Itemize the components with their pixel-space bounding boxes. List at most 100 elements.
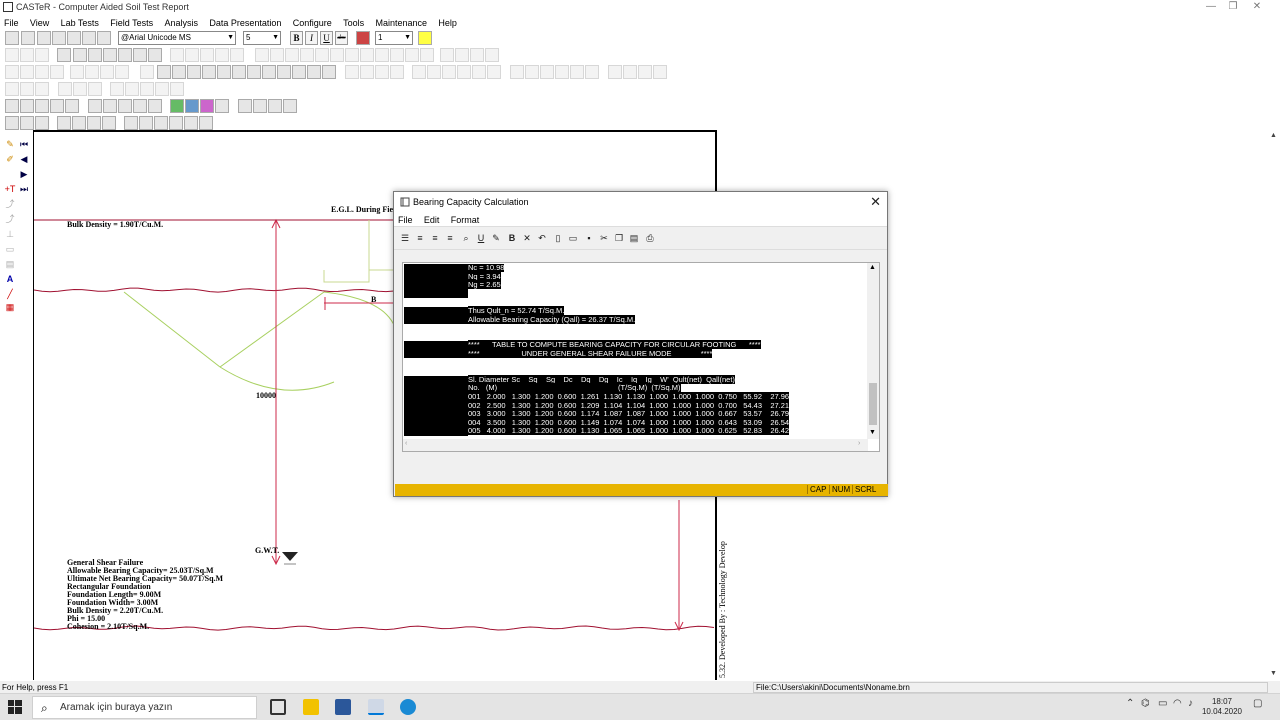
menu-tools[interactable]: Tools bbox=[339, 16, 368, 28]
tool-icon[interactable] bbox=[57, 116, 71, 130]
add-text-icon[interactable]: +T bbox=[3, 182, 17, 196]
tool-icon[interactable] bbox=[72, 116, 86, 130]
tool-icon[interactable] bbox=[154, 116, 168, 130]
pen-tool-icon[interactable]: ✐ bbox=[3, 152, 17, 166]
battery-icon[interactable]: ▭ bbox=[1158, 698, 1167, 709]
scroll-down-icon[interactable]: ▼ bbox=[1270, 670, 1277, 677]
tool-icon[interactable] bbox=[315, 48, 329, 62]
tool-icon[interactable] bbox=[5, 99, 19, 113]
menu-data-presentation[interactable]: Data Presentation bbox=[205, 16, 285, 28]
tool-icon[interactable] bbox=[485, 48, 499, 62]
tool-icon[interactable] bbox=[215, 99, 229, 113]
align-left-icon[interactable]: ≡ bbox=[413, 231, 427, 245]
font-size-select[interactable]: 5 ▼ bbox=[243, 31, 281, 45]
select-tool-icon[interactable]: ✎ bbox=[3, 137, 17, 151]
tool-icon[interactable] bbox=[292, 65, 306, 79]
tool-icon[interactable] bbox=[270, 48, 284, 62]
new-doc-icon[interactable]: ▯ bbox=[551, 231, 565, 245]
windows-start-icon[interactable] bbox=[8, 700, 22, 714]
tool-icon[interactable] bbox=[170, 99, 184, 113]
tool-icon[interactable] bbox=[427, 65, 441, 79]
tool-icon[interactable] bbox=[440, 48, 454, 62]
tool-icon[interactable] bbox=[455, 48, 469, 62]
open-icon[interactable] bbox=[21, 31, 35, 45]
tool-icon[interactable] bbox=[20, 82, 34, 96]
tool-icon[interactable] bbox=[110, 82, 124, 96]
dialog-menu-format[interactable]: Format bbox=[447, 214, 484, 225]
tool-icon[interactable] bbox=[184, 116, 198, 130]
file-explorer-icon[interactable] bbox=[303, 699, 319, 715]
tool-icon[interactable] bbox=[307, 65, 321, 79]
first-page-icon[interactable]: ⏮ bbox=[17, 137, 31, 151]
tool-icon[interactable] bbox=[420, 48, 434, 62]
font-name-select[interactable]: @Arial Unicode MS ▼ bbox=[118, 31, 236, 45]
tool-icon[interactable] bbox=[570, 65, 584, 79]
bullet-list-icon[interactable]: ☰ bbox=[398, 231, 412, 245]
tool-icon[interactable] bbox=[238, 99, 252, 113]
menu-configure[interactable]: Configure bbox=[289, 16, 336, 28]
tool-icon[interactable] bbox=[412, 65, 426, 79]
tool-icon[interactable] bbox=[300, 48, 314, 62]
tool-icon[interactable] bbox=[230, 48, 244, 62]
tool-icon[interactable] bbox=[283, 99, 297, 113]
tool-icon[interactable]: ▤ bbox=[3, 257, 17, 271]
tool-icon[interactable] bbox=[102, 116, 116, 130]
align-center-icon[interactable]: ≡ bbox=[428, 231, 442, 245]
tool-icon[interactable] bbox=[35, 65, 49, 79]
tool-icon[interactable] bbox=[85, 65, 99, 79]
tool-icon[interactable] bbox=[405, 48, 419, 62]
next-page-icon[interactable]: ▶ bbox=[17, 167, 31, 181]
tool-icon[interactable] bbox=[285, 48, 299, 62]
tool-icon[interactable] bbox=[124, 116, 138, 130]
scroll-up-icon[interactable]: ▲ bbox=[1270, 132, 1277, 139]
tool-icon[interactable] bbox=[133, 99, 147, 113]
menu-lab-tests[interactable]: Lab Tests bbox=[57, 16, 103, 28]
tool-icon[interactable] bbox=[375, 65, 389, 79]
tool-icon[interactable] bbox=[472, 65, 486, 79]
tool-icon[interactable] bbox=[140, 82, 154, 96]
line-width-select[interactable]: 1 ▼ bbox=[375, 31, 413, 45]
main-vertical-scrollbar[interactable]: ▲ ▼ bbox=[1268, 130, 1280, 680]
results-horizontal-scrollbar[interactable]: ‹ › bbox=[403, 439, 868, 451]
grid-tool-icon[interactable]: ▦ bbox=[3, 300, 17, 314]
help-icon[interactable] bbox=[97, 31, 111, 45]
tool-icon[interactable] bbox=[253, 99, 267, 113]
tool-icon[interactable] bbox=[360, 48, 374, 62]
system-clock[interactable]: 18:07 10.04.2020 bbox=[1198, 697, 1246, 717]
tool-icon[interactable] bbox=[35, 116, 49, 130]
strike-button[interactable]: abc bbox=[335, 31, 348, 45]
tool-icon[interactable] bbox=[35, 48, 49, 62]
tool-icon[interactable] bbox=[103, 99, 117, 113]
tool-icon[interactable] bbox=[118, 99, 132, 113]
print-icon[interactable]: ⎙ bbox=[643, 231, 657, 245]
tool-icon[interactable] bbox=[185, 48, 199, 62]
prev-page-icon[interactable]: ◀ bbox=[17, 152, 31, 166]
scroll-thumb[interactable] bbox=[869, 383, 877, 425]
tool-icon[interactable] bbox=[133, 48, 147, 62]
tool-icon[interactable] bbox=[375, 48, 389, 62]
tool-icon[interactable] bbox=[73, 48, 87, 62]
tool-icon[interactable] bbox=[262, 65, 276, 79]
wifi-icon[interactable]: ◠ bbox=[1173, 698, 1182, 709]
word-icon[interactable] bbox=[335, 699, 351, 715]
tool-icon[interactable] bbox=[623, 65, 637, 79]
save-disk-icon[interactable]: ▪ bbox=[582, 231, 596, 245]
tool-icon[interactable] bbox=[525, 65, 539, 79]
tool-icon[interactable] bbox=[585, 65, 599, 79]
tool-icon[interactable] bbox=[202, 65, 216, 79]
tool-icon[interactable] bbox=[88, 82, 102, 96]
volume-icon[interactable]: ♪ bbox=[1188, 698, 1193, 709]
delete-icon[interactable]: ✕ bbox=[520, 231, 534, 245]
tool-icon[interactable] bbox=[457, 65, 471, 79]
tool-icon[interactable] bbox=[87, 116, 101, 130]
tool-icon[interactable] bbox=[58, 82, 72, 96]
bold-button[interactable]: B bbox=[290, 31, 303, 45]
tool-icon[interactable] bbox=[555, 65, 569, 79]
tool-icon[interactable] bbox=[390, 48, 404, 62]
tool-icon[interactable] bbox=[20, 116, 34, 130]
line-tool-icon[interactable]: ╱ bbox=[3, 287, 17, 301]
tool-icon[interactable] bbox=[50, 99, 64, 113]
tool-icon[interactable] bbox=[199, 116, 213, 130]
tool-icon[interactable] bbox=[140, 65, 154, 79]
scroll-right-icon[interactable]: › bbox=[858, 440, 860, 447]
